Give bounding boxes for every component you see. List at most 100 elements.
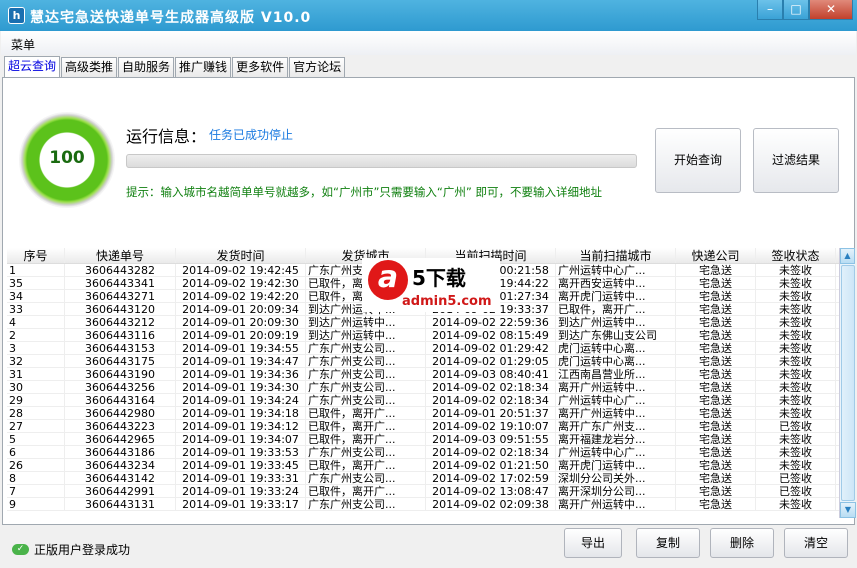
tab-2[interactable]: 自助服务 (118, 57, 175, 78)
tab-3[interactable]: 推广赚钱 (175, 57, 232, 78)
table-row[interactable]: 3 3606443153 2014-09-01 19:34:55 广东广州支公司...… (7, 342, 839, 355)
tab-0[interactable]: 超云查询 (4, 56, 61, 78)
close-button[interactable]: ✕ (809, 0, 853, 20)
table-cell: 到达广州运转中... (306, 329, 426, 341)
scroll-down-icon[interactable]: ▼ (840, 502, 856, 518)
table-cell: 离开虎门运转中... (556, 459, 676, 471)
column-header[interactable]: 快递公司 (676, 248, 756, 263)
table-cell: 已取件，离开广... (306, 433, 426, 445)
table-row[interactable]: 2 3606443116 2014-09-01 20:09:19 到达广州运转中...… (7, 329, 839, 342)
progress-gauge: 100 (19, 112, 115, 208)
table-cell: 3606443175 (65, 355, 176, 367)
filter-results-button[interactable]: 过滤结果 (753, 128, 839, 193)
scroll-up-icon[interactable]: ▲ (840, 248, 855, 264)
table-cell: 离开深圳分公司... (556, 485, 676, 497)
table-row[interactable]: 30 3606443256 2014-09-01 19:34:30 广东广州支公司..… (7, 381, 839, 394)
table-cell: 宅急送 (676, 277, 756, 289)
status-bar: ✓ 正版用户登录成功 (12, 541, 130, 558)
table-cell: 3606443116 (65, 329, 176, 341)
table-cell: 已签收 (756, 485, 836, 497)
tab-bar: 超云查询 高级类推 自助服务 推广赚钱 更多软件 官方论坛 (4, 56, 346, 78)
scroll-thumb[interactable] (841, 265, 855, 501)
table-cell: 宅急送 (676, 342, 756, 354)
minimize-button[interactable]: – (757, 0, 783, 20)
table-row[interactable]: 26 3606443234 2014-09-01 19:33:45 已取件，离开广..… (7, 459, 839, 472)
run-info-label: 运行信息： (126, 127, 207, 146)
menu-item[interactable]: 菜单 (11, 36, 35, 53)
table-row[interactable]: 29 3606443164 2014-09-01 19:34:24 广东广州支公司..… (7, 394, 839, 407)
export-button[interactable]: 导出 (564, 528, 622, 558)
delete-button[interactable]: 删除 (710, 528, 774, 558)
table-cell: 27 (7, 420, 65, 432)
table-cell: 到达广州运转中... (306, 316, 426, 328)
table-cell: 未签收 (756, 368, 836, 380)
table-cell: 2014-09-02 02:18:34 (426, 381, 556, 393)
table-cell: 2014-09-01 20:09:19 (176, 329, 306, 341)
table-cell: 32 (7, 355, 65, 367)
table-cell: 6 (7, 446, 65, 458)
table-cell: 2014-09-01 19:34:47 (176, 355, 306, 367)
table-cell: 3606443190 (65, 368, 176, 380)
table-cell: 3606443341 (65, 277, 176, 289)
table-cell: 未签收 (756, 381, 836, 393)
watermark-logo: a 5下载 admin5.com (362, 258, 500, 312)
table-cell: 2014-09-01 19:34:07 (176, 433, 306, 445)
table-cell: 2014-09-02 19:42:45 (176, 264, 306, 276)
table-row[interactable]: 5 3606442965 2014-09-01 19:34:07 已取件，离开广...… (7, 433, 839, 446)
table-cell: 广东广州支公司... (306, 381, 426, 393)
table-cell: 9 (7, 498, 65, 510)
table-cell: 宅急送 (676, 290, 756, 302)
progress-value: 100 (49, 148, 85, 168)
table-row[interactable]: 6 3606443186 2014-09-01 19:33:53 广东广州支公司...… (7, 446, 839, 459)
tab-5[interactable]: 官方论坛 (289, 57, 346, 78)
column-header[interactable]: 签收状态 (756, 248, 836, 263)
table-cell: 35 (7, 277, 65, 289)
table-cell: 已取件，离开广... (556, 303, 676, 315)
tab-1[interactable]: 高级类推 (61, 57, 118, 78)
table-cell: 2014-09-01 19:33:45 (176, 459, 306, 471)
table-cell: 2014-09-01 19:34:55 (176, 342, 306, 354)
table-row[interactable]: 9 3606443131 2014-09-01 19:33:17 广东广州支公司...… (7, 498, 839, 511)
table-cell: 广东广州支公司... (306, 342, 426, 354)
table-row[interactable]: 8 3606443142 2014-09-01 19:33:31 广东广州支公司...… (7, 472, 839, 485)
table-cell: 已取件，离开广... (306, 407, 426, 419)
table-cell: 7 (7, 485, 65, 497)
maximize-button[interactable]: □ (783, 0, 809, 20)
clear-button[interactable]: 清空 (784, 528, 848, 558)
table-row[interactable]: 32 3606443175 2014-09-01 19:34:47 广东广州支公司..… (7, 355, 839, 368)
table-cell: 深圳分公司关外... (556, 472, 676, 484)
table-cell: 已签收 (756, 420, 836, 432)
table-cell: 3606443256 (65, 381, 176, 393)
table-cell: 已取件，离开广... (306, 459, 426, 471)
column-header[interactable]: 快递单号 (65, 248, 176, 263)
column-header[interactable]: 当前扫描城市 (556, 248, 676, 263)
table-cell: 宅急送 (676, 420, 756, 432)
vertical-scrollbar[interactable]: ▲ ▼ (839, 248, 856, 518)
table-cell: 虎门运转中心离... (556, 355, 676, 367)
table-cell: 离开广州运转中... (556, 498, 676, 510)
table-cell: 未签收 (756, 394, 836, 406)
table-cell: 未签收 (756, 498, 836, 510)
table-cell: 已签收 (756, 472, 836, 484)
table-cell: 3606443131 (65, 498, 176, 510)
table-cell: 未签收 (756, 277, 836, 289)
table-row[interactable]: 7 3606442991 2014-09-01 19:33:24 已取件，离开广...… (7, 485, 839, 498)
table-cell: 3606443282 (65, 264, 176, 276)
table-row[interactable]: 31 3606443190 2014-09-01 19:34:36 广东广州支公司..… (7, 368, 839, 381)
table-cell: 2014-09-01 19:34:24 (176, 394, 306, 406)
table-cell: 2014-09-01 19:34:36 (176, 368, 306, 380)
table-cell: 宅急送 (676, 446, 756, 458)
table-row[interactable]: 4 3606443212 2014-09-01 20:09:30 到达广州运转中...… (7, 316, 839, 329)
status-text: 正版用户登录成功 (34, 543, 131, 557)
table-cell: 3606443271 (65, 290, 176, 302)
copy-button[interactable]: 复制 (636, 528, 700, 558)
tab-4[interactable]: 更多软件 (232, 57, 289, 78)
table-row[interactable]: 28 3606442980 2014-09-01 19:34:18 已取件，离开广..… (7, 407, 839, 420)
column-header[interactable]: 序号 (7, 248, 65, 263)
column-header[interactable]: 发货时间 (176, 248, 306, 263)
table-cell: 4 (7, 316, 65, 328)
table-row[interactable]: 27 3606443223 2014-09-01 19:34:12 已取件，离开广..… (7, 420, 839, 433)
start-query-button[interactable]: 开始查询 (655, 128, 741, 193)
table-cell: 宅急送 (676, 433, 756, 445)
table-cell: 3606443153 (65, 342, 176, 354)
